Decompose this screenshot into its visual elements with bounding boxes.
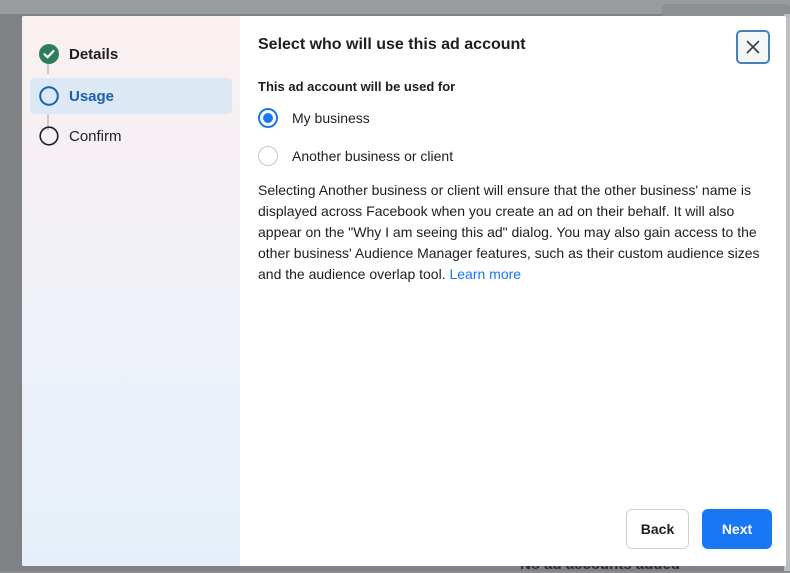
usage-section-label: This ad account will be used for xyxy=(258,79,456,94)
option-label: My business xyxy=(292,110,370,126)
step-confirm[interactable]: Confirm xyxy=(30,118,232,154)
option-label: Another business or client xyxy=(292,148,454,164)
empty-circle-icon xyxy=(39,126,59,146)
radio-checked[interactable] xyxy=(258,108,278,128)
back-button[interactable]: Back xyxy=(626,509,689,549)
usage-description: Selecting Another business or client wil… xyxy=(258,180,778,285)
check-circle-icon xyxy=(39,44,59,64)
step-usage[interactable]: Usage xyxy=(30,78,232,114)
ad-account-dialog: Details Usage Confirm Select who will us… xyxy=(22,16,786,566)
option-another-business[interactable]: Another business or client xyxy=(258,143,453,169)
step-label: Details xyxy=(69,45,119,63)
next-button[interactable]: Next xyxy=(702,509,772,549)
close-icon xyxy=(746,40,760,54)
dialog-main: Select who will use this ad account This… xyxy=(240,16,786,566)
empty-circle-icon xyxy=(39,86,59,106)
step-details[interactable]: Details xyxy=(30,36,232,72)
learn-more-link[interactable]: Learn more xyxy=(449,266,521,282)
radio-unchecked[interactable] xyxy=(258,146,278,166)
step-label: Usage xyxy=(69,87,115,105)
steps-sidebar: Details Usage Confirm xyxy=(22,16,240,566)
close-button[interactable] xyxy=(736,30,770,64)
dialog-title: Select who will use this ad account xyxy=(258,36,526,53)
option-my-business[interactable]: My business xyxy=(258,105,370,131)
step-label: Confirm xyxy=(69,127,122,145)
radio-dot xyxy=(263,113,273,123)
